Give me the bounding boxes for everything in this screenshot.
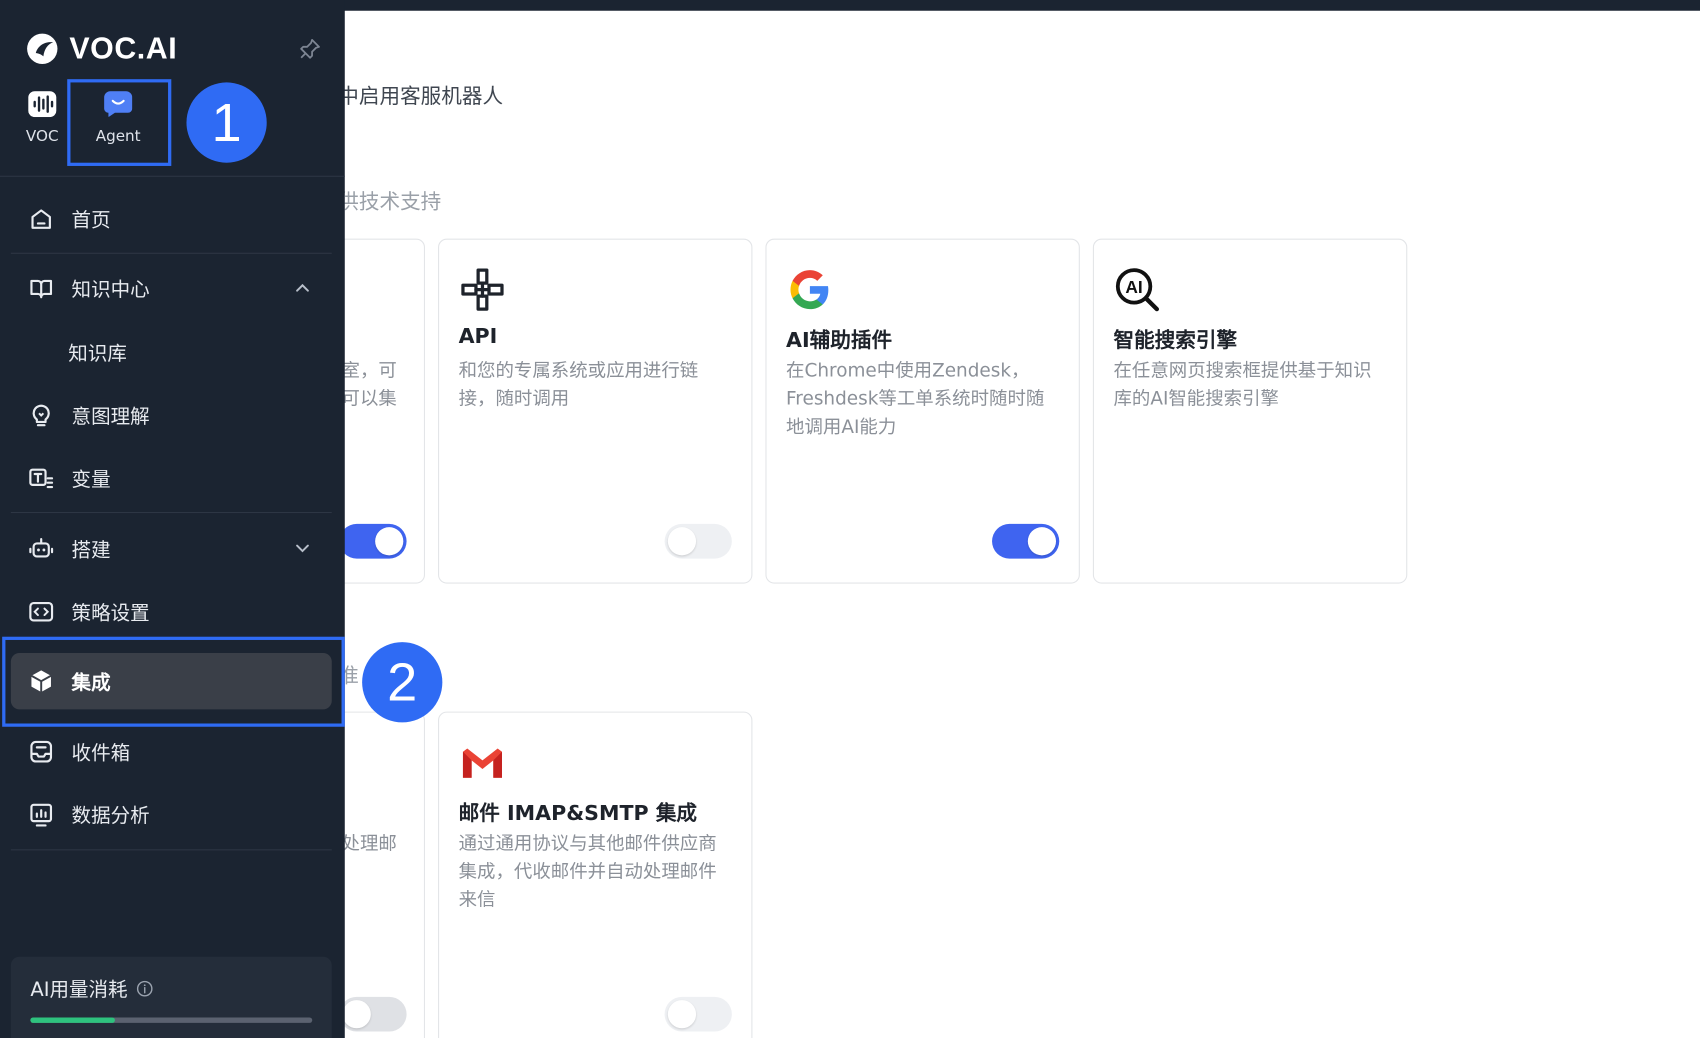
toggle-knob (1027, 527, 1057, 556)
section-description-support: 供技术支持 (338, 189, 442, 214)
nav-label: 数据分析 (71, 804, 150, 828)
api-link-icon (461, 268, 504, 311)
app-window: 中启用客服机器人 供技术支持 室，可 可以集 API 和您的专属系统或应用进行链… (0, 0, 1700, 1038)
chevron-up-icon[interactable] (293, 279, 313, 299)
api-toggle[interactable] (664, 523, 732, 559)
card-description: 和您的专属系统或应用进行链接，随时调用 (458, 360, 699, 411)
highlight-box-agent (67, 79, 172, 166)
inbox-icon (30, 740, 53, 763)
card-title: API (458, 324, 498, 349)
nav-label: 知识库 (68, 342, 127, 366)
card-description: 在任意网页搜索框提供基于知识库的AI智能搜索引擎 (1113, 360, 1372, 411)
integration-card-imap-smtp[interactable]: 邮件 IMAP&SMTP 集成 通过通用协议与其他邮件供应商集成，代收邮件并自动… (438, 711, 753, 1038)
card-title: 邮件 IMAP&SMTP 集成 (458, 801, 698, 826)
toggle-knob (375, 527, 404, 556)
voc-logo-icon (27, 33, 58, 64)
nav-label: 策略设置 (71, 602, 150, 625)
nav-label: 搭建 (71, 539, 111, 562)
google-icon (790, 270, 829, 310)
nav-inbox[interactable]: 收件箱 (28, 737, 130, 767)
card-desc-fragment-1: 室，可 (341, 360, 397, 382)
nav-analytics[interactable]: 数据分析 (28, 799, 150, 829)
divider (10, 252, 332, 254)
step-badge-2: 2 (362, 642, 443, 723)
chart-icon (30, 803, 53, 827)
book-open-icon (30, 279, 53, 299)
card-desc-fragment: 处理邮 (341, 833, 397, 855)
usage-progress-bar (30, 1017, 313, 1023)
divider (10, 511, 332, 514)
nav-label: 收件箱 (71, 741, 131, 765)
toggle-knob (667, 1000, 697, 1029)
section-description-bots: 中启用客服机器人 (338, 84, 504, 109)
code-brackets-icon (29, 602, 54, 622)
lightbulb-icon (32, 404, 50, 427)
home-icon (31, 209, 51, 229)
nav-label: 首页 (71, 209, 111, 233)
imap-smtp-toggle[interactable] (664, 996, 732, 1032)
usage-title: AI用量消耗 (30, 978, 128, 1002)
integration-card-ai-plugin[interactable]: AI辅助插件 在Chrome中使用Zendesk，Freshdesk等工单系统时… (765, 238, 1080, 584)
sidebar: VOC.AI VOC Agent 首页 知识中心 知识库 意图理解 变量 搭建 … (0, 0, 345, 1038)
usage-progress-fill (30, 1017, 115, 1023)
nav-knowledge-base[interactable]: 知识库 (68, 337, 127, 367)
highlight-box-integration (2, 636, 345, 727)
nav-build[interactable]: 搭建 (28, 534, 111, 564)
nav-home[interactable]: 首页 (28, 204, 111, 234)
nav-intent[interactable]: 意图理解 (28, 400, 150, 430)
ai-usage-panel: AI用量消耗 (10, 956, 332, 1038)
nav-knowledge-center[interactable]: 知识中心 (28, 273, 150, 303)
robot-icon (29, 538, 54, 558)
divider (10, 849, 332, 851)
variable-icon (29, 468, 54, 489)
step-badge-1: 1 (186, 82, 267, 163)
gmail-icon (462, 748, 502, 778)
toggle-knob (342, 1000, 371, 1029)
ai-search-icon: AI (1115, 268, 1160, 312)
nav-label: 变量 (71, 468, 111, 492)
svg-text:AI: AI (1125, 277, 1142, 297)
divider (0, 175, 345, 177)
pin-icon[interactable] (298, 37, 322, 61)
voc-wave-icon (28, 91, 57, 118)
integration-card-api[interactable]: API 和您的专属系统或应用进行链接，随时调用 (438, 238, 753, 584)
brand-logo[interactable]: VOC.AI (26, 30, 177, 67)
nav-label: 知识中心 (71, 278, 150, 302)
card-title: AI辅助插件 (786, 328, 893, 353)
integration-card-smart-search[interactable]: AI 智能搜索引擎 在任意网页搜索框提供基于知识库的AI智能搜索引擎 (1092, 238, 1408, 584)
chevron-down-icon[interactable] (293, 538, 313, 558)
ai-plugin-toggle[interactable] (992, 523, 1060, 559)
nav-strategy[interactable]: 策略设置 (28, 597, 150, 627)
card-title: 智能搜索引擎 (1113, 328, 1238, 353)
nav-label: 意图理解 (71, 405, 150, 429)
card-description: 通过通用协议与其他邮件供应商集成，代收邮件并自动处理邮件来信 (458, 833, 717, 912)
card-desc-fragment-2: 可以集 (341, 388, 397, 411)
nav-variables[interactable]: 变量 (28, 463, 111, 493)
brand-name: VOC.AI (69, 31, 178, 66)
toggle-knob (667, 527, 697, 556)
card-toggle-partial-2[interactable] (339, 996, 407, 1032)
info-icon[interactable] (136, 980, 153, 996)
card-toggle-partial-1[interactable] (339, 523, 407, 559)
card-description: 在Chrome中使用Zendesk，Freshdesk等工单系统时随时随地调用A… (786, 360, 1045, 439)
